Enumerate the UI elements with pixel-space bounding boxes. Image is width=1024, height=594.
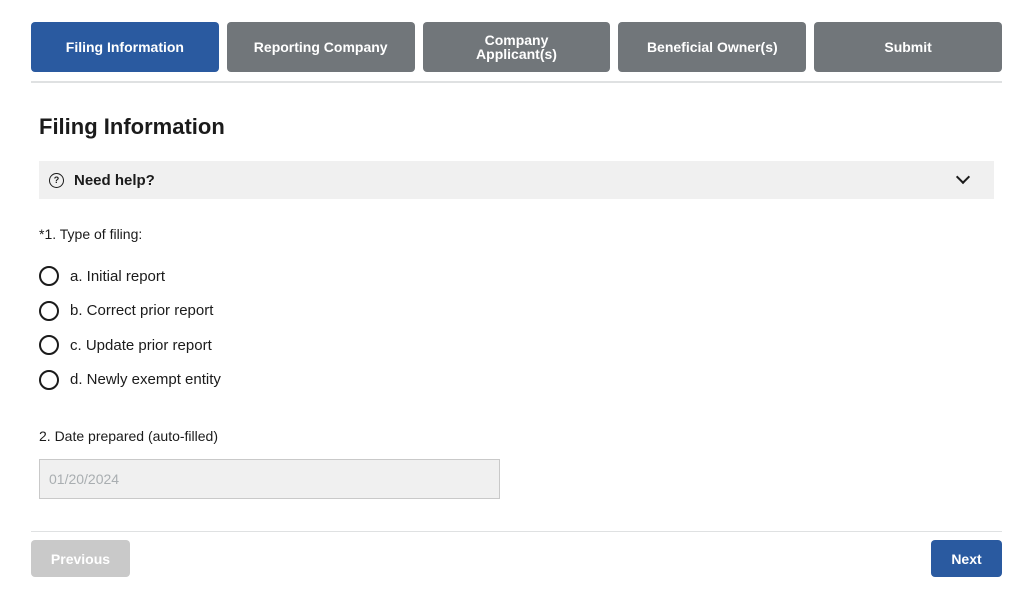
tab-label: Beneficial Owner(s) — [646, 39, 778, 55]
tab-label-line2: Applicant(s) — [476, 46, 557, 62]
tab-label: Reporting Company — [253, 39, 388, 55]
need-help-label: Need help? — [74, 171, 155, 189]
radio-circle[interactable] — [39, 335, 59, 356]
radio-initial-report[interactable]: a. Initial report — [39, 259, 221, 294]
type-of-filing-label: *1. Type of filing: — [39, 226, 143, 242]
tab-label-line1: Company — [484, 32, 549, 48]
radio-label: b. Correct prior report — [70, 302, 214, 320]
type-of-filing-radio-group: a. Initial report b. Correct prior repor… — [39, 259, 221, 397]
divider — [31, 81, 1002, 83]
tab-beneficial-owners[interactable]: Beneficial Owner(s) — [618, 22, 807, 72]
radio-circle[interactable] — [39, 300, 59, 321]
question-circle-icon: ? — [49, 172, 64, 188]
tab-filing-information[interactable]: Filing Information — [31, 22, 219, 72]
radio-update-prior-report[interactable]: c. Update prior report — [39, 328, 221, 363]
tab-company-applicants[interactable]: Company Applicant(s) — [422, 22, 611, 72]
tab-reporting-company[interactable]: Reporting Company — [226, 22, 415, 72]
radio-newly-exempt-entity[interactable]: d. Newly exempt entity — [39, 363, 221, 398]
page-title: Filing Information — [39, 114, 225, 139]
radio-correct-prior-report[interactable]: b. Correct prior report — [39, 294, 221, 329]
radio-label: a. Initial report — [70, 267, 166, 285]
previous-button[interactable]: Previous — [31, 540, 130, 577]
step-indicator: Filing Information Reporting Company Com… — [31, 22, 1002, 72]
next-button[interactable]: Next — [931, 540, 1002, 577]
radio-circle[interactable] — [39, 266, 59, 287]
date-prepared-label: 2. Date prepared (auto-filled) — [39, 428, 218, 444]
tab-label: Submit — [884, 39, 932, 55]
need-help-accordion[interactable]: ? Need help? — [39, 161, 994, 199]
date-prepared-field: 01/20/2024 — [39, 459, 500, 499]
divider — [31, 531, 1002, 532]
radio-circle[interactable] — [39, 369, 59, 390]
radio-label: c. Update prior report — [70, 336, 212, 354]
tab-submit[interactable]: Submit — [814, 22, 1002, 72]
tab-label: Filing Information — [65, 39, 184, 55]
radio-label: d. Newly exempt entity — [70, 371, 221, 389]
chevron-down-icon — [955, 169, 971, 185]
